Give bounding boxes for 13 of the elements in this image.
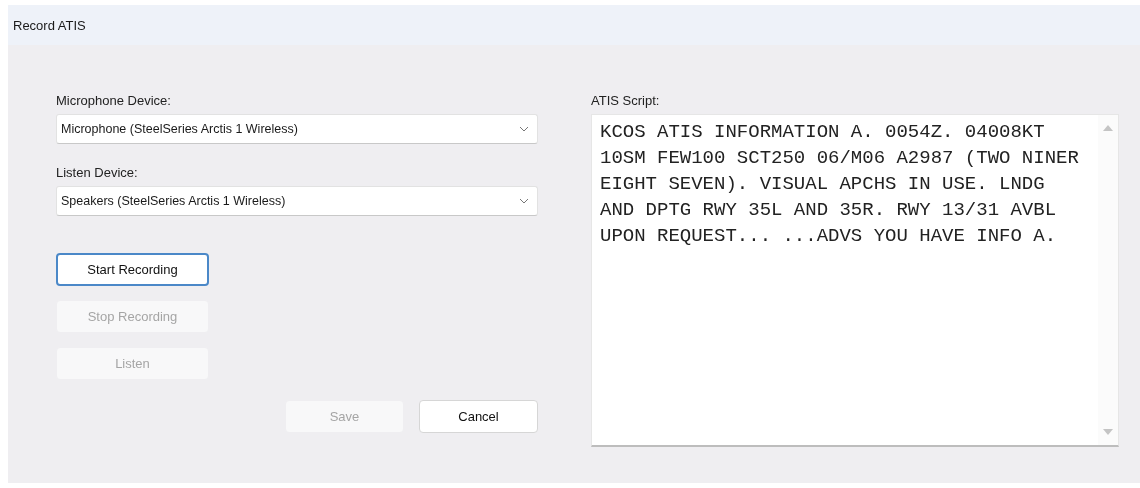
window-title: Record ATIS: [13, 17, 86, 33]
chevron-down-icon: [519, 198, 529, 204]
action-button[interactable]: Start Recording: [56, 253, 209, 286]
script-field[interactable]: KCOS ATIS INFORMATION A. 0054Z. 04008KT 10SM FEW100 SCT250 06/M06 A2987 (TWO NINER EIGHT SEVEN). VISUAL APCHS IN USE. LNDG AND DPTG RWY 35L AND 35R. RWY 13/31 AVBL UPON REQUEST... ...ADVS YOU HAVE INFO A.: [591, 114, 1119, 447]
field-label: Listen Device:: [56, 165, 139, 180]
device-dropdown[interactable]: Microphone (SteelSeries Arctis 1 Wireless): [56, 114, 538, 144]
field-label: Microphone Device:: [56, 93, 172, 108]
chevron-down-icon: [519, 126, 529, 132]
field-label: ATIS Script:: [591, 93, 661, 108]
scroll-up-icon[interactable]: [1103, 125, 1113, 131]
dialog-button[interactable]: Cancel: [419, 400, 538, 433]
scroll-down-icon[interactable]: [1103, 429, 1113, 435]
device-dropdown[interactable]: Speakers (SteelSeries Arctis 1 Wireless): [56, 186, 538, 216]
